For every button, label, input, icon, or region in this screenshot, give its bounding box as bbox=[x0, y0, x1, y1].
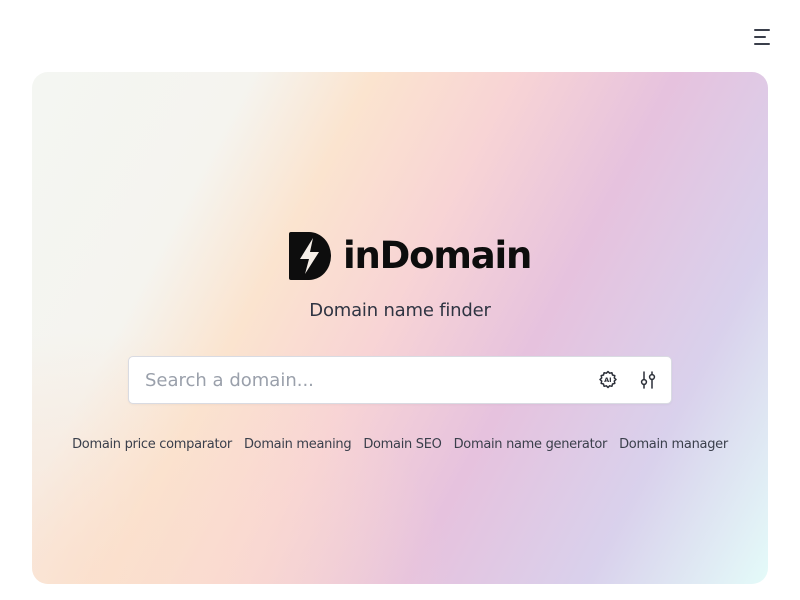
filter-button[interactable] bbox=[637, 369, 659, 391]
brand[interactable]: inDomain bbox=[289, 232, 532, 280]
hero-panel bbox=[32, 72, 768, 584]
search-input[interactable] bbox=[129, 357, 579, 403]
sliders-icon bbox=[640, 371, 656, 389]
hero-gradient-overlay bbox=[32, 72, 768, 584]
ai-brain-icon: AI bbox=[599, 370, 617, 389]
ai-search-button[interactable]: AI bbox=[597, 369, 619, 391]
svg-text:AI: AI bbox=[604, 376, 611, 384]
tool-links: Domain price comparator Domain meaning D… bbox=[0, 437, 800, 452]
brand-name: inDomain bbox=[343, 234, 532, 277]
link-domain-seo[interactable]: Domain SEO bbox=[363, 437, 442, 452]
link-domain-meaning[interactable]: Domain meaning bbox=[244, 437, 352, 452]
link-domain-manager[interactable]: Domain manager bbox=[619, 437, 728, 452]
tagline: Domain name finder bbox=[309, 300, 491, 321]
menu-button[interactable] bbox=[750, 24, 778, 50]
link-domain-price-comparator[interactable]: Domain price comparator bbox=[72, 437, 232, 452]
lightning-d-logo bbox=[289, 232, 331, 280]
hamburger-menu-icon bbox=[754, 36, 766, 38]
link-domain-name-generator[interactable]: Domain name generator bbox=[454, 437, 608, 452]
hamburger-menu-icon bbox=[754, 29, 770, 31]
search-box: AI bbox=[128, 356, 672, 404]
hamburger-menu-icon bbox=[754, 43, 770, 45]
